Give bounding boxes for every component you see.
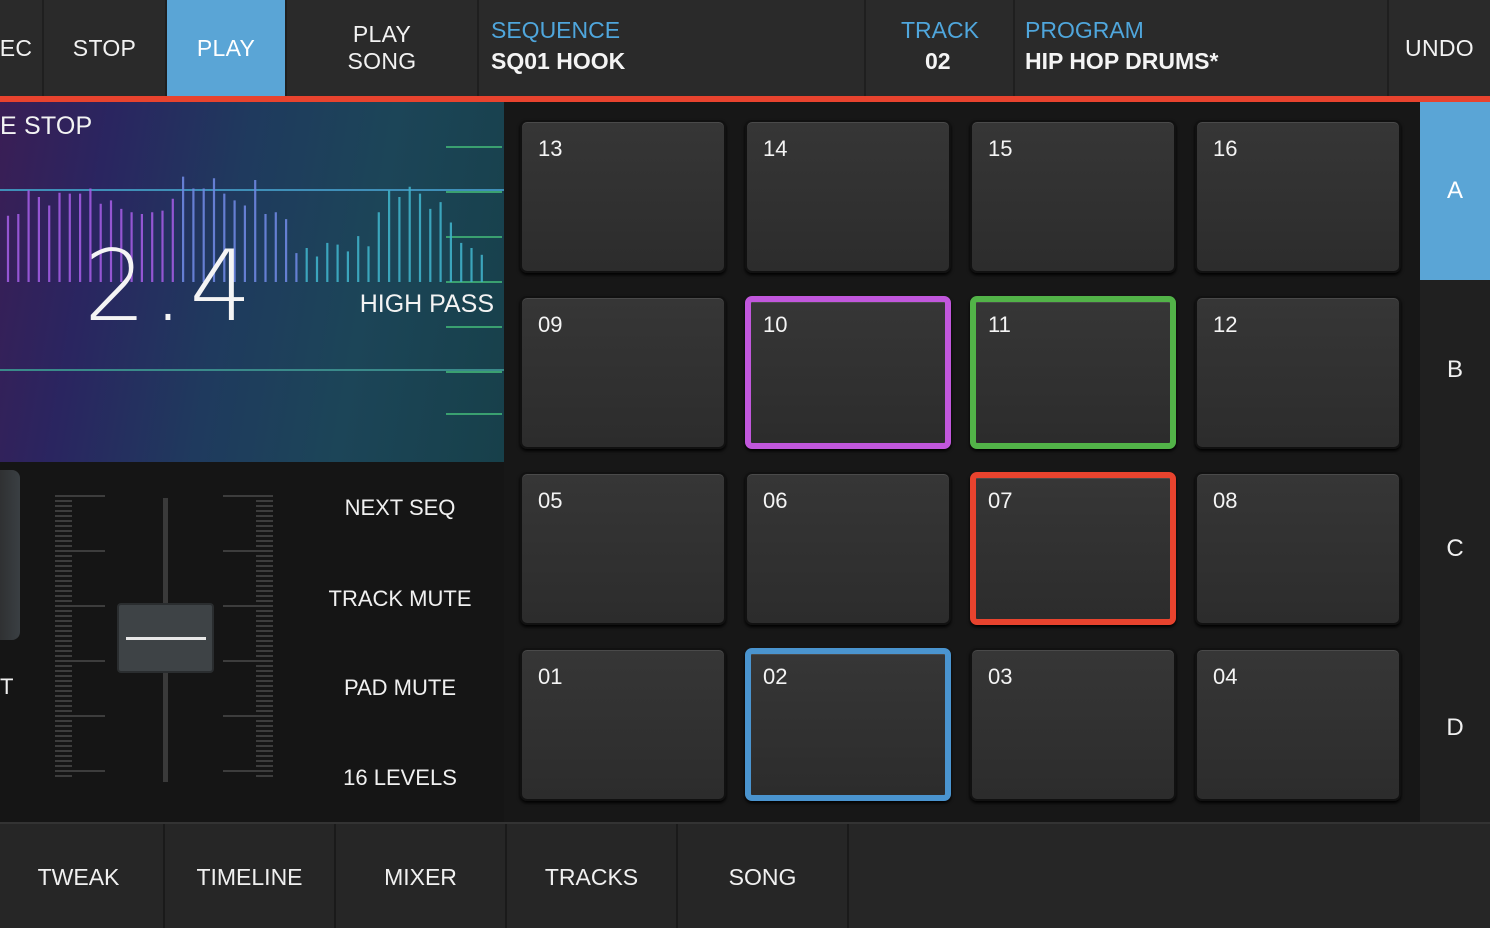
pad-13[interactable]: 13 bbox=[520, 120, 726, 273]
pad-09[interactable]: 09 bbox=[520, 296, 726, 449]
pad-number: 02 bbox=[763, 664, 788, 689]
pad-11[interactable]: 11 bbox=[970, 296, 1176, 449]
undo-button[interactable]: UNDO bbox=[1389, 0, 1490, 96]
tab-tracks[interactable]: TRACKS bbox=[507, 824, 678, 928]
pad-07[interactable]: 07 bbox=[970, 472, 1176, 625]
bank-c-button[interactable]: C bbox=[1420, 460, 1490, 638]
pad-12[interactable]: 12 bbox=[1195, 296, 1401, 449]
next-seq-button[interactable]: NEXT SEQ bbox=[310, 495, 490, 521]
sixteen-levels-label: 16 LEVELS bbox=[343, 765, 457, 790]
pad-number: 16 bbox=[1213, 136, 1238, 161]
pad-01[interactable]: 01 bbox=[520, 648, 726, 801]
bank-d-button[interactable]: D bbox=[1420, 639, 1490, 817]
program-selector[interactable]: PROGRAM HIP HOP DRUMS* bbox=[1015, 0, 1389, 96]
tab-tweak[interactable]: TWEAK bbox=[0, 824, 165, 928]
tab-timeline[interactable]: TIMELINE bbox=[165, 824, 336, 928]
stop-label: STOP bbox=[72, 34, 137, 61]
pad-number: 06 bbox=[763, 488, 788, 513]
pad-number: 05 bbox=[538, 488, 563, 513]
stop-button[interactable]: STOP bbox=[44, 0, 167, 96]
pad-05[interactable]: 05 bbox=[520, 472, 726, 625]
program-label: PROGRAM bbox=[1025, 17, 1144, 43]
top-toolbar: EC STOP PLAY PLAY SONG SEQUENCE SQ01 HOO… bbox=[0, 0, 1490, 96]
pad-14[interactable]: 14 bbox=[745, 120, 951, 273]
sixteen-levels-button[interactable]: 16 LEVELS bbox=[310, 765, 490, 791]
fader-handle-line bbox=[126, 637, 206, 640]
pad-mute-label: PAD MUTE bbox=[343, 675, 457, 700]
rec-label: EC bbox=[0, 34, 33, 61]
track-selector[interactable]: TRACK 02 bbox=[866, 0, 1015, 96]
track-value: 02 bbox=[925, 48, 951, 74]
pad-number: 15 bbox=[988, 136, 1013, 161]
pad-number: 08 bbox=[1213, 488, 1238, 513]
program-value: HIP HOP DRUMS* bbox=[1025, 48, 1219, 74]
pad-number: 14 bbox=[763, 136, 788, 161]
pad-number: 07 bbox=[988, 488, 1013, 513]
pad-number: 04 bbox=[1213, 664, 1238, 689]
pad-number: 03 bbox=[988, 664, 1013, 689]
rec-button[interactable]: EC bbox=[0, 0, 44, 96]
tab-mixer[interactable]: MIXER bbox=[336, 824, 507, 928]
bank-a-button[interactable]: A bbox=[1420, 102, 1490, 280]
next-seq-label: NEXT SEQ bbox=[344, 495, 456, 520]
pad-10[interactable]: 10 bbox=[745, 296, 951, 449]
fader-scale-left bbox=[55, 495, 105, 777]
fader[interactable] bbox=[0, 462, 300, 822]
pad-mute-button[interactable]: PAD MUTE bbox=[310, 675, 490, 701]
pad-number: 09 bbox=[538, 312, 563, 337]
track-label: TRACK bbox=[901, 17, 979, 43]
visualizer-title: E STOP bbox=[0, 112, 93, 140]
bank-b-button[interactable]: B bbox=[1420, 281, 1490, 459]
pad-04[interactable]: 04 bbox=[1195, 648, 1401, 801]
track-mute-label: TRACK MUTE bbox=[328, 586, 472, 611]
pad-02[interactable]: 02 bbox=[745, 648, 951, 801]
filter-type-label: HIGH PASS bbox=[359, 290, 494, 318]
tab-song[interactable]: SONG bbox=[678, 824, 849, 928]
pad-number: 10 bbox=[763, 312, 788, 337]
spectrum-graph: 2.4 bbox=[0, 146, 504, 415]
bank-selector: ABCD bbox=[1420, 102, 1490, 822]
pad-03[interactable]: 03 bbox=[970, 648, 1176, 801]
pad-16[interactable]: 16 bbox=[1195, 120, 1401, 273]
sequence-label: SEQUENCE bbox=[491, 17, 621, 43]
pad-number: 12 bbox=[1213, 312, 1238, 337]
play-song-label: PLAY SONG bbox=[347, 21, 417, 74]
track-mute-button[interactable]: TRACK MUTE bbox=[310, 586, 490, 612]
play-button[interactable]: PLAY bbox=[167, 0, 287, 96]
filter-value: 2.4 bbox=[84, 230, 258, 344]
pad-15[interactable]: 15 bbox=[970, 120, 1176, 273]
sequence-selector[interactable]: SEQUENCE SQ01 HOOK bbox=[479, 0, 866, 96]
undo-label: UNDO bbox=[1405, 34, 1474, 61]
pad-06[interactable]: 06 bbox=[745, 472, 951, 625]
fader-panel: T NEXT SEQ TRACK MUTE PAD MUTE 16 LEVELS bbox=[0, 462, 504, 822]
pad-08[interactable]: 08 bbox=[1195, 472, 1401, 625]
sequence-value: SQ01 HOOK bbox=[491, 48, 626, 74]
pad-number: 13 bbox=[538, 136, 563, 161]
fader-scale-right bbox=[223, 495, 273, 777]
pad-number: 11 bbox=[988, 312, 1011, 337]
pad-number: 01 bbox=[538, 664, 563, 689]
play-song-button[interactable]: PLAY SONG bbox=[287, 0, 479, 96]
pad-grid: 13 14 15 16 09 10 11 12 05 06 07 08 01 02 03 04 bbox=[504, 102, 1420, 822]
play-label: PLAY bbox=[196, 34, 256, 61]
bottom-tab-bar: TWEAK TIMELINE MIXER TRACKS SONG bbox=[0, 822, 1490, 928]
filter-visualizer[interactable]: 2.4 E STOP HIGH PASS bbox=[0, 102, 504, 462]
